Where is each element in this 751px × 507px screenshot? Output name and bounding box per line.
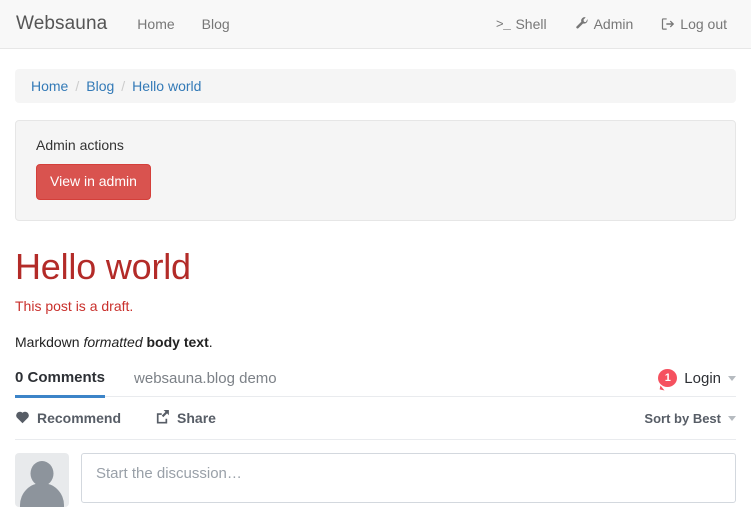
login-label[interactable]: Login (684, 370, 721, 387)
nav-item-home-label: Home (137, 16, 175, 32)
breadcrumb-separator: / (75, 78, 80, 94)
recommend-label: Recommend (37, 410, 122, 427)
share-label: Share (177, 410, 216, 427)
avatar (15, 453, 69, 507)
nav-item-admin[interactable]: Admin (575, 16, 634, 32)
brand-link[interactable]: Websauna (16, 13, 107, 35)
tab-site-name[interactable]: websauna.blog demo (134, 370, 277, 396)
sort-label: Sort by Best (644, 410, 721, 426)
page-container: Home / Blog / Hello world Admin actions … (15, 69, 736, 507)
top-navbar: Websauna Home Blog >_ Shell Admin Log ou… (0, 0, 751, 49)
notification-badge[interactable]: 1 (658, 369, 678, 388)
breadcrumb-separator: / (121, 78, 126, 94)
breadcrumb-item-home[interactable]: Home (31, 78, 68, 94)
admin-actions-label: Admin actions (36, 137, 124, 153)
disqus-tabbar: 0 Comments websauna.blog demo 1 Login (15, 369, 736, 399)
nav-item-blog[interactable]: Blog (202, 16, 230, 32)
avatar-body (20, 483, 64, 507)
disqus-login-control[interactable]: 1 Login (658, 369, 736, 396)
page-title: Hello world (15, 245, 191, 287)
secondary-nav: >_ Shell Admin Log out (496, 16, 737, 32)
post-body-strong: body text (146, 334, 209, 351)
nav-item-admin-label: Admin (593, 16, 634, 32)
primary-nav: Home Blog (137, 16, 229, 32)
comment-compose-row (15, 440, 736, 507)
sign-out-icon (661, 17, 675, 31)
chevron-down-icon[interactable] (728, 375, 736, 381)
terminal-icon: >_ (495, 16, 511, 32)
share-icon (155, 409, 170, 427)
nav-item-home[interactable]: Home (137, 16, 174, 32)
nav-item-blog-label: Blog (201, 16, 230, 32)
post-body-lead: Markdown (15, 334, 84, 351)
comment-input[interactable] (81, 453, 736, 504)
sort-dropdown[interactable]: Sort by Best (644, 411, 736, 426)
post-body: Markdown formatted body text. (15, 334, 736, 350)
nav-item-logout-label: Log out (680, 16, 727, 32)
tab-comments[interactable]: 0 Comments (15, 369, 106, 399)
nav-item-shell[interactable]: >_ Shell (496, 16, 547, 32)
nav-item-logout[interactable]: Log out (661, 16, 727, 32)
wrench-icon (575, 17, 589, 31)
draft-notice: This post is a draft. (15, 298, 134, 315)
breadcrumb: Home / Blog / Hello world (15, 69, 736, 103)
heart-icon (15, 410, 30, 427)
breadcrumb-item-current[interactable]: Hello world (132, 78, 201, 94)
nav-item-shell-label: Shell (515, 16, 547, 32)
disqus-widget: 0 Comments websauna.blog demo 1 Login Re… (15, 369, 736, 507)
breadcrumb-item-blog[interactable]: Blog (86, 78, 114, 94)
recommend-button[interactable]: Recommend (15, 410, 121, 427)
disqus-action-bar: Recommend Share Sort by Best (15, 397, 736, 441)
post-body-tail: . (208, 334, 213, 351)
share-button[interactable]: Share (155, 409, 216, 427)
post-body-emphasis: formatted (83, 334, 143, 351)
chevron-down-icon[interactable] (728, 415, 736, 421)
admin-actions-panel: Admin actions View in admin (15, 120, 736, 221)
view-in-admin-button[interactable]: View in admin (36, 164, 151, 200)
